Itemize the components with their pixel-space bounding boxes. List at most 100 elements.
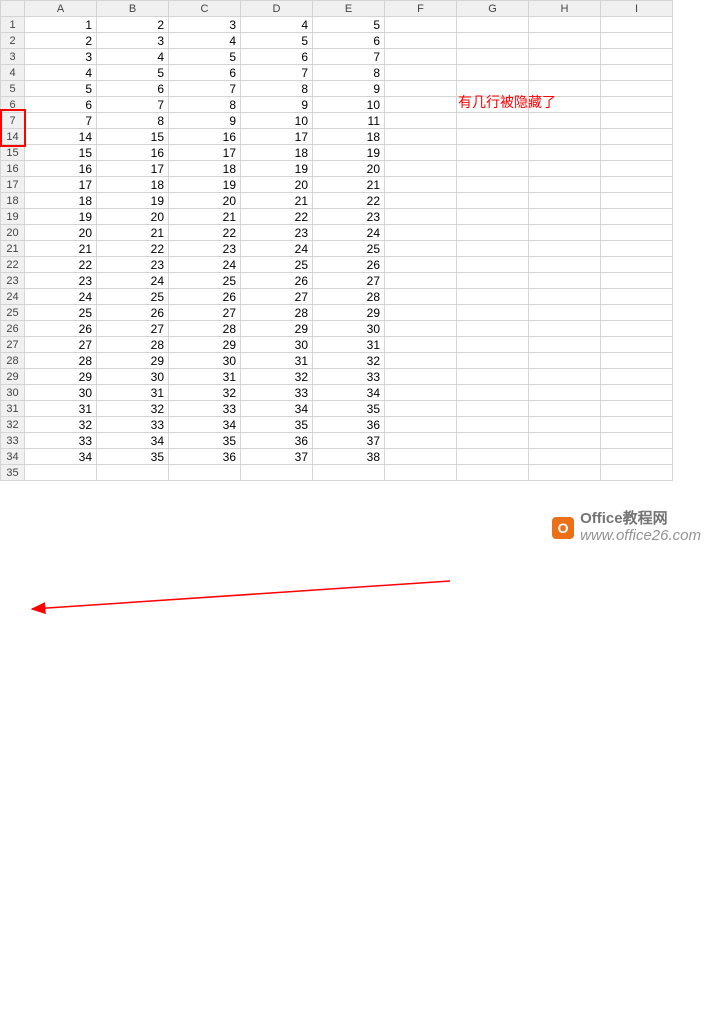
row-header-5[interactable]: 5: [1, 81, 25, 97]
cell-C6[interactable]: 8: [169, 97, 241, 113]
row-header-35[interactable]: 35: [1, 465, 25, 481]
cell-I6[interactable]: [601, 97, 673, 113]
cell-F5[interactable]: [385, 81, 457, 97]
cell-G15[interactable]: [457, 145, 529, 161]
cell-I2[interactable]: [601, 33, 673, 49]
cell-I32[interactable]: [601, 417, 673, 433]
row-header-24[interactable]: 24: [1, 289, 25, 305]
cell-G26[interactable]: [457, 321, 529, 337]
column-header-A[interactable]: A: [25, 1, 97, 17]
cell-H20[interactable]: [529, 225, 601, 241]
cell-F22[interactable]: [385, 257, 457, 273]
cell-G32[interactable]: [457, 417, 529, 433]
cell-B21[interactable]: 22: [97, 241, 169, 257]
cell-C21[interactable]: 23: [169, 241, 241, 257]
cell-H15[interactable]: [529, 145, 601, 161]
cell-E4[interactable]: 8: [313, 65, 385, 81]
cell-C7[interactable]: 9: [169, 113, 241, 129]
cell-E24[interactable]: 28: [313, 289, 385, 305]
cell-H16[interactable]: [529, 161, 601, 177]
cell-A5[interactable]: 5: [25, 81, 97, 97]
cell-F35[interactable]: [385, 465, 457, 481]
cell-B22[interactable]: 23: [97, 257, 169, 273]
cell-I22[interactable]: [601, 257, 673, 273]
cell-G14[interactable]: [457, 129, 529, 145]
row-header-21[interactable]: 21: [1, 241, 25, 257]
row-header-26[interactable]: 26: [1, 321, 25, 337]
cell-B4[interactable]: 5: [97, 65, 169, 81]
cell-E3[interactable]: 7: [313, 49, 385, 65]
cell-E29[interactable]: 33: [313, 369, 385, 385]
cell-G24[interactable]: [457, 289, 529, 305]
cell-C3[interactable]: 5: [169, 49, 241, 65]
cell-A34[interactable]: 34: [25, 449, 97, 465]
cell-E22[interactable]: 26: [313, 257, 385, 273]
cell-F16[interactable]: [385, 161, 457, 177]
row-header-6[interactable]: 6: [1, 97, 25, 113]
cell-E31[interactable]: 35: [313, 401, 385, 417]
cell-H14[interactable]: [529, 129, 601, 145]
row-header-18[interactable]: 18: [1, 193, 25, 209]
cell-B26[interactable]: 27: [97, 321, 169, 337]
cell-E17[interactable]: 21: [313, 177, 385, 193]
cell-A31[interactable]: 31: [25, 401, 97, 417]
cell-C24[interactable]: 26: [169, 289, 241, 305]
cell-H26[interactable]: [529, 321, 601, 337]
cell-F18[interactable]: [385, 193, 457, 209]
cell-E16[interactable]: 20: [313, 161, 385, 177]
row-header-14[interactable]: 14: [1, 129, 25, 145]
cell-E2[interactable]: 6: [313, 33, 385, 49]
row-header-30[interactable]: 30: [1, 385, 25, 401]
cell-H27[interactable]: [529, 337, 601, 353]
cell-B30[interactable]: 31: [97, 385, 169, 401]
cell-A35[interactable]: [25, 465, 97, 481]
cell-D20[interactable]: 23: [241, 225, 313, 241]
cell-G18[interactable]: [457, 193, 529, 209]
cell-E35[interactable]: [313, 465, 385, 481]
cell-A32[interactable]: 32: [25, 417, 97, 433]
cell-B6[interactable]: 7: [97, 97, 169, 113]
cell-A20[interactable]: 20: [25, 225, 97, 241]
cell-I35[interactable]: [601, 465, 673, 481]
cell-F28[interactable]: [385, 353, 457, 369]
cell-G7[interactable]: [457, 113, 529, 129]
cell-F14[interactable]: [385, 129, 457, 145]
cell-D4[interactable]: 7: [241, 65, 313, 81]
cell-G31[interactable]: [457, 401, 529, 417]
row-header-15[interactable]: 15: [1, 145, 25, 161]
cell-E30[interactable]: 34: [313, 385, 385, 401]
cell-E34[interactable]: 38: [313, 449, 385, 465]
cell-I15[interactable]: [601, 145, 673, 161]
select-all-corner[interactable]: [1, 1, 25, 17]
cell-E1[interactable]: 5: [313, 17, 385, 33]
cell-I16[interactable]: [601, 161, 673, 177]
column-header-C[interactable]: C: [169, 1, 241, 17]
cell-C33[interactable]: 35: [169, 433, 241, 449]
cell-D5[interactable]: 8: [241, 81, 313, 97]
cell-I30[interactable]: [601, 385, 673, 401]
cell-F20[interactable]: [385, 225, 457, 241]
cell-E6[interactable]: 10: [313, 97, 385, 113]
column-header-H[interactable]: H: [529, 1, 601, 17]
cell-C20[interactable]: 22: [169, 225, 241, 241]
cell-G25[interactable]: [457, 305, 529, 321]
cell-B16[interactable]: 17: [97, 161, 169, 177]
cell-H3[interactable]: [529, 49, 601, 65]
cell-A1[interactable]: 1: [25, 17, 97, 33]
cell-D15[interactable]: 18: [241, 145, 313, 161]
cell-A23[interactable]: 23: [25, 273, 97, 289]
cell-F31[interactable]: [385, 401, 457, 417]
cell-D31[interactable]: 34: [241, 401, 313, 417]
cell-B15[interactable]: 16: [97, 145, 169, 161]
cell-E20[interactable]: 24: [313, 225, 385, 241]
cell-G16[interactable]: [457, 161, 529, 177]
cell-C23[interactable]: 25: [169, 273, 241, 289]
cell-H4[interactable]: [529, 65, 601, 81]
cell-I27[interactable]: [601, 337, 673, 353]
cell-C4[interactable]: 6: [169, 65, 241, 81]
cell-B31[interactable]: 32: [97, 401, 169, 417]
cell-D23[interactable]: 26: [241, 273, 313, 289]
cell-A28[interactable]: 28: [25, 353, 97, 369]
cell-F33[interactable]: [385, 433, 457, 449]
cell-H2[interactable]: [529, 33, 601, 49]
